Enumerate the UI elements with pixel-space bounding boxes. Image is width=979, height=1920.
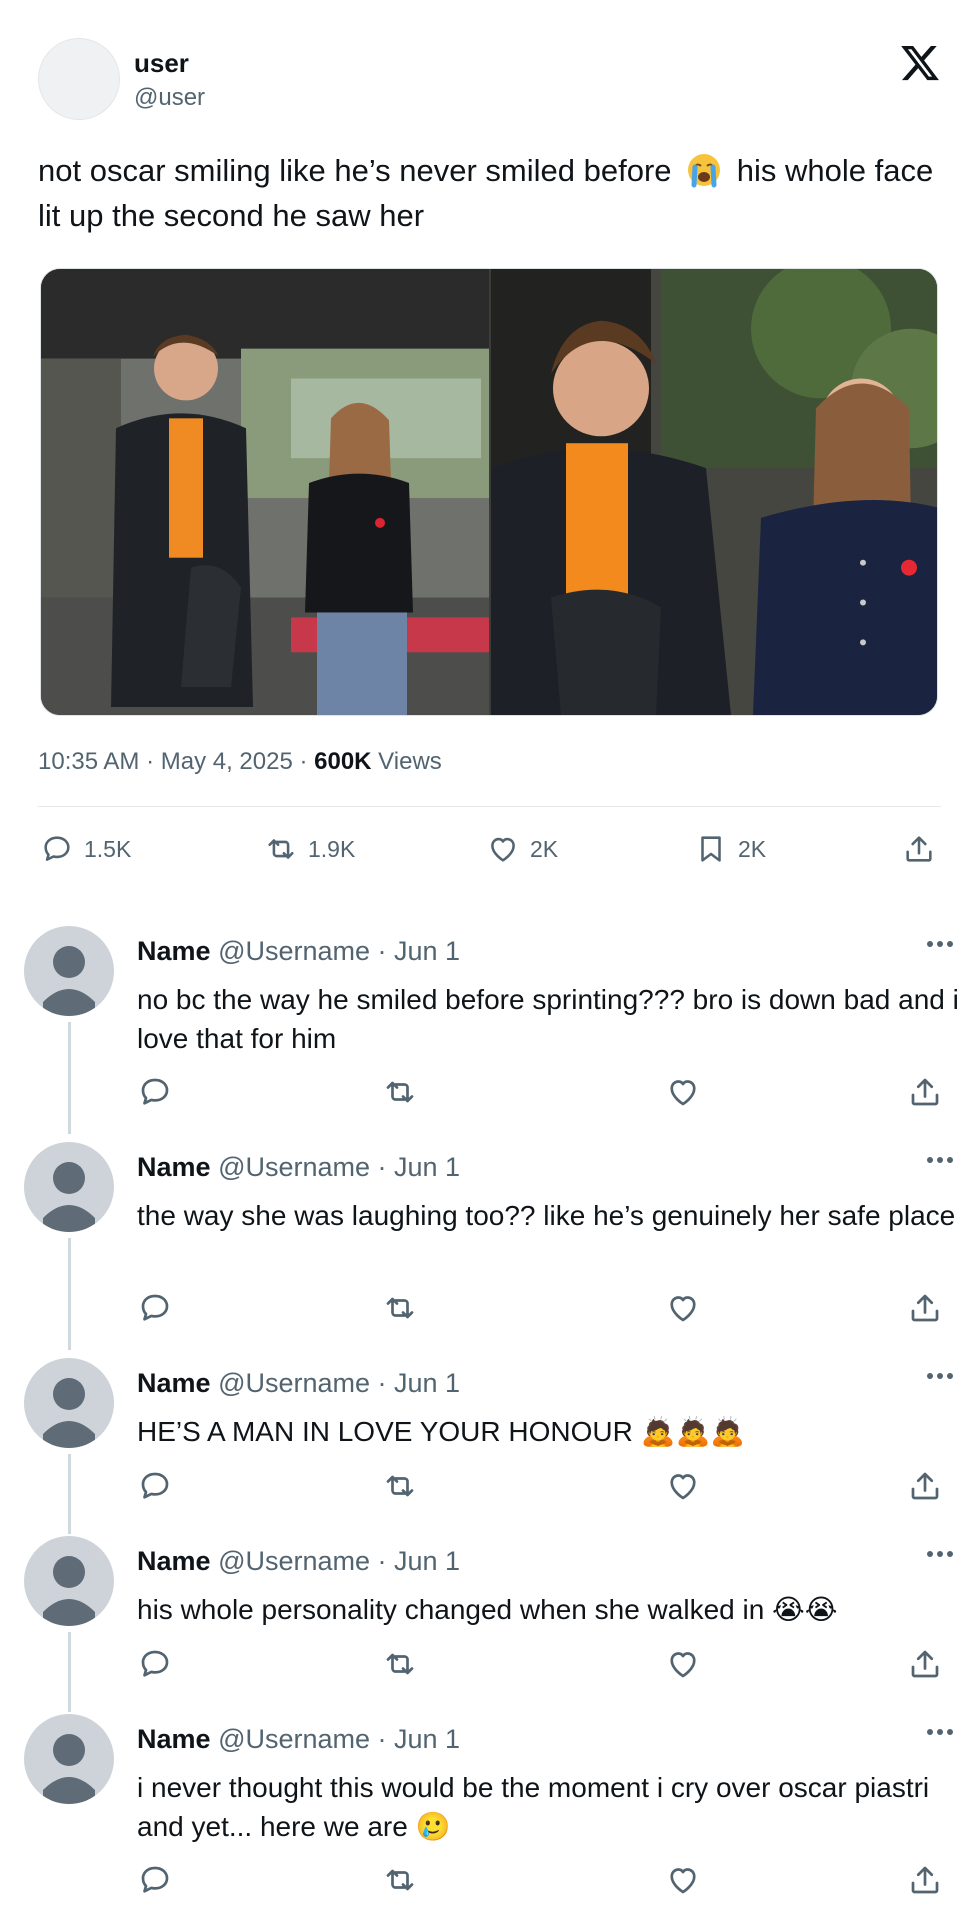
post-action-bar: 1.5K 1.9K 2K 2K <box>38 826 941 872</box>
more-icon[interactable] <box>920 1722 960 1742</box>
author-name[interactable]: user <box>134 48 189 79</box>
more-icon[interactable] <box>920 934 960 954</box>
share-icon[interactable] <box>907 1646 943 1682</box>
reply-author-name[interactable]: Name <box>137 1546 211 1576</box>
repost-button[interactable]: 1.9K <box>264 826 355 872</box>
share-icon[interactable] <box>907 1468 943 1504</box>
post-photo-2[interactable] <box>491 269 937 715</box>
reply-author-name[interactable]: Name <box>137 1724 211 1754</box>
reply-icon[interactable] <box>137 1862 173 1898</box>
reply-author-handle[interactable]: @Username · Jun 1 <box>218 1724 460 1754</box>
reply-text: the way she was laughing too?? like he’s… <box>137 1200 956 1231</box>
post-text: not oscar smiling like he’s never smiled… <box>38 148 941 238</box>
heart-icon[interactable] <box>665 1862 701 1898</box>
divider <box>38 806 941 807</box>
reply-icon[interactable] <box>137 1646 173 1682</box>
share-button[interactable] <box>902 826 936 872</box>
reply-actions <box>137 1646 957 1686</box>
share-icon[interactable] <box>907 1074 943 1110</box>
repost-icon[interactable] <box>382 1290 418 1326</box>
reply-text: HE’S A MAN IN LOVE YOUR HONOUR 🙇🙇🙇 <box>137 1416 746 1447</box>
bookmark-button[interactable]: 2K <box>694 826 766 872</box>
heart-icon[interactable] <box>665 1646 701 1682</box>
reply-icon[interactable] <box>137 1074 173 1110</box>
avatar[interactable] <box>24 1714 114 1804</box>
avatar[interactable] <box>24 1358 114 1448</box>
reply-author-name[interactable]: Name <box>137 936 211 966</box>
repost-icon[interactable] <box>382 1862 418 1898</box>
post-timestamp: 10:35 AM · May 4, 2025 · 600K Views <box>38 748 442 776</box>
reply-item[interactable]: Name @Username · Jun 1 his whole persona… <box>0 1536 979 1706</box>
reply-item[interactable]: Name @Username · Jun 1 no bc the way he … <box>0 926 979 1126</box>
reply-icon <box>44 836 70 861</box>
post-header: user @user <box>38 38 941 122</box>
share-icon[interactable] <box>907 1290 943 1326</box>
share-icon <box>906 836 932 862</box>
heart-icon[interactable] <box>665 1468 701 1504</box>
bookmark-icon <box>701 836 721 862</box>
more-icon[interactable] <box>920 1150 960 1170</box>
reply-header: Name @Username · Jun 1 <box>137 936 460 967</box>
heart-icon[interactable] <box>665 1290 701 1326</box>
reply-actions <box>137 1862 957 1902</box>
like-button[interactable]: 2K <box>486 826 558 872</box>
views-count: 600K <box>314 748 372 775</box>
post-media[interactable] <box>40 268 938 716</box>
heart-icon <box>491 837 515 862</box>
views-label: Views <box>371 748 442 775</box>
share-icon[interactable] <box>907 1862 943 1898</box>
reply-item[interactable]: Name @Username · Jun 1 the way she was l… <box>0 1142 979 1342</box>
reply-actions <box>137 1468 957 1508</box>
reply-text: no bc the way he smiled before sprinting… <box>137 984 959 1054</box>
reply-text: i never thought this would be the moment… <box>137 1772 930 1842</box>
repost-icon[interactable] <box>382 1468 418 1504</box>
repost-count: 1.9K <box>308 835 356 862</box>
reply-author-name[interactable]: Name <box>137 1368 211 1398</box>
reply-author-handle[interactable]: @Username · Jun 1 <box>218 936 460 966</box>
avatar[interactable] <box>24 1142 114 1232</box>
repost-icon[interactable] <box>382 1646 418 1682</box>
avatar[interactable] <box>24 1536 114 1626</box>
post-time[interactable]: 10:35 AM · May 4, 2025 · <box>38 748 314 775</box>
reply-author-handle[interactable]: @Username · Jun 1 <box>218 1546 460 1576</box>
post-text-before: not oscar smiling like he’s never smiled… <box>38 153 672 188</box>
bookmark-count: 2K <box>738 835 767 862</box>
author-handle[interactable]: @user <box>134 84 205 112</box>
repost-icon <box>268 839 294 859</box>
reply-author-handle[interactable]: @Username · Jun 1 <box>218 1368 460 1398</box>
repost-icon[interactable] <box>382 1074 418 1110</box>
reply-item[interactable]: Name @Username · Jun 1 HE’S A MAN IN LOV… <box>0 1358 979 1528</box>
reply-actions <box>137 1074 957 1114</box>
reply-header: Name @Username · Jun 1 <box>137 1368 460 1399</box>
reply-header: Name @Username · Jun 1 <box>137 1724 460 1755</box>
reply-author-name[interactable]: Name <box>137 1152 211 1182</box>
reply-icon[interactable] <box>137 1468 173 1504</box>
more-icon[interactable] <box>920 1544 960 1564</box>
author-avatar[interactable] <box>38 38 120 120</box>
reply-text: his whole personality changed when she w… <box>137 1594 838 1625</box>
reply-icon[interactable] <box>137 1290 173 1326</box>
avatar[interactable] <box>24 926 114 1016</box>
more-icon[interactable] <box>920 1366 960 1386</box>
reply-author-handle[interactable]: @Username · Jun 1 <box>218 1152 460 1182</box>
reply-header: Name @Username · Jun 1 <box>137 1546 460 1577</box>
reply-count: 1.5K <box>84 835 132 862</box>
like-count: 2K <box>530 835 559 862</box>
reply-item[interactable]: Name @Username · Jun 1 i never thought t… <box>0 1714 979 1914</box>
reply-button[interactable]: 1.5K <box>40 826 131 872</box>
post-photo-1[interactable] <box>41 269 489 715</box>
heart-icon[interactable] <box>665 1074 701 1110</box>
reply-actions <box>137 1290 957 1330</box>
crying-emoji <box>686 152 722 188</box>
x-logo-icon[interactable] <box>899 42 941 84</box>
reply-header: Name @Username · Jun 1 <box>137 1152 460 1183</box>
